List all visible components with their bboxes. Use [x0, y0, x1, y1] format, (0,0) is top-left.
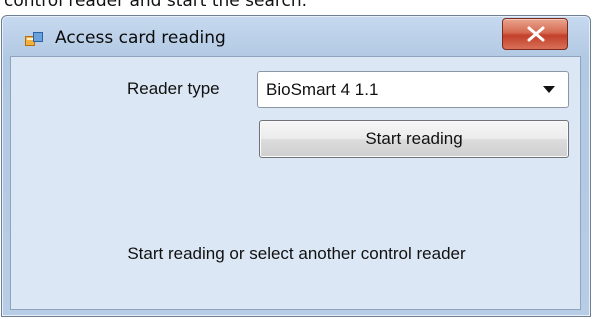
- close-x-icon: [527, 26, 545, 42]
- status-message: Start reading or select another control …: [127, 244, 466, 263]
- dialog-window: Access card reading Reader type BioSmart…: [1, 15, 591, 317]
- close-button[interactable]: [502, 18, 568, 50]
- chevron-down-icon: [543, 86, 555, 93]
- start-reading-button[interactable]: Start reading: [259, 120, 569, 158]
- reader-type-value: BioSmart 4 1.1: [266, 80, 379, 99]
- page-text-fragment: control reader and start the search.: [4, 0, 308, 11]
- reader-type-label: Reader type: [127, 79, 220, 98]
- window-title: Access card reading: [55, 28, 226, 48]
- reader-type-select[interactable]: BioSmart 4 1.1: [257, 71, 569, 108]
- dialog-content: Reader type BioSmart 4 1.1 Start reading…: [10, 56, 581, 310]
- form-window-icon: [25, 32, 43, 48]
- title-bar[interactable]: Access card reading: [2, 16, 590, 56]
